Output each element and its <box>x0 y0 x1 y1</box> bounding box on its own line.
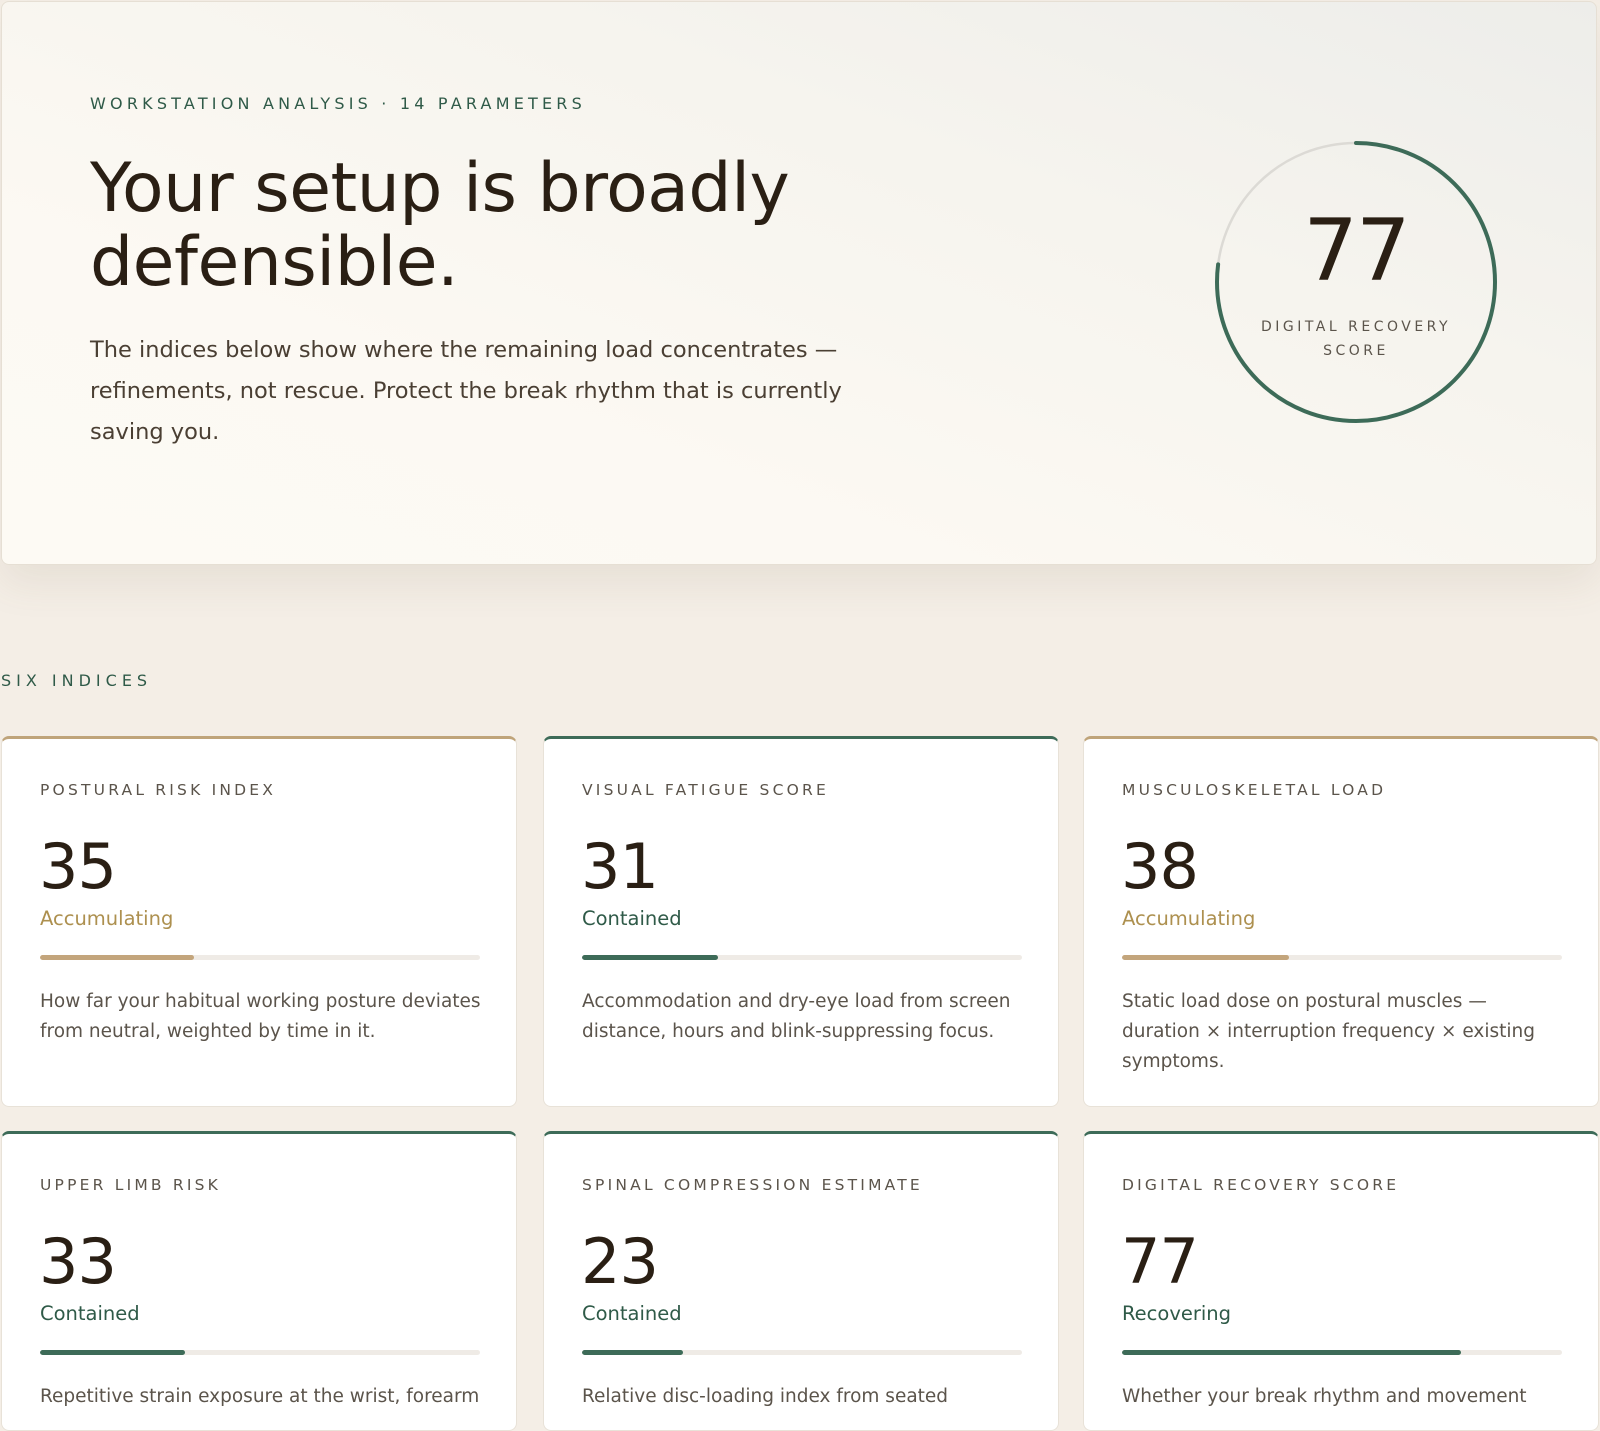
hero-description: The indices below show where the remaini… <box>90 337 842 445</box>
hero-eyebrow: WORKSTATION ANALYSIS · 14 PARAMETERS <box>90 94 586 113</box>
card-status: Contained <box>582 1302 682 1325</box>
card-bar-fill <box>1122 955 1290 960</box>
hero-panel: WORKSTATION ANALYSIS · 14 PARAMETERS You… <box>1 1 1597 565</box>
card-bar-track <box>40 1350 480 1355</box>
index-card-upper-limb-risk: UPPER LIMB RISK 33 Contained Repetitive … <box>1 1131 517 1431</box>
card-status: Accumulating <box>40 907 174 930</box>
card-status: Contained <box>40 1302 140 1325</box>
card-description: Repetitive strain exposure at the wrist,… <box>40 1386 480 1407</box>
index-card-musculoskeletal-load: MUSCULOSKELETAL LOAD 38 Accumulating Sta… <box>1083 736 1599 1107</box>
card-bar-track <box>40 955 480 960</box>
card-description: Whether your break rhythm and movement <box>1122 1386 1527 1407</box>
section-label: SIX INDICES <box>1 671 153 690</box>
card-status: Accumulating <box>1122 907 1256 930</box>
card-bar-track <box>1122 955 1562 960</box>
card-title: SPINAL COMPRESSION ESTIMATE <box>582 1176 923 1194</box>
index-card-postural-risk: POSTURAL RISK INDEX 35 Accumulating How … <box>1 736 517 1107</box>
card-status: Recovering <box>1122 1302 1232 1325</box>
card-title: MUSCULOSKELETAL LOAD <box>1122 781 1387 799</box>
score-ring: 77 DIGITAL RECOVERY SCORE <box>1213 139 1499 425</box>
card-value: 38 <box>1121 830 1199 903</box>
card-value: 31 <box>581 830 659 903</box>
index-card-spinal-compression: SPINAL COMPRESSION ESTIMATE 23 Contained… <box>543 1131 1059 1431</box>
card-title: POSTURAL RISK INDEX <box>40 781 277 799</box>
card-bar-fill <box>582 1350 684 1355</box>
card-bar-fill <box>40 1350 186 1355</box>
card-title: DIGITAL RECOVERY SCORE <box>1122 1176 1400 1194</box>
card-description: Relative disc-loading index from seated <box>582 1386 949 1407</box>
card-bar-track <box>1122 1350 1562 1355</box>
score-ring-label: DIGITAL RECOVERY SCORE <box>1260 319 1452 359</box>
card-bar-fill <box>1122 1350 1461 1355</box>
card-bar-fill <box>40 955 194 960</box>
card-value: 33 <box>39 1225 117 1298</box>
card-bar-track <box>582 1350 1022 1355</box>
card-value: 23 <box>581 1225 659 1298</box>
card-value: 77 <box>1121 1225 1199 1298</box>
page-title: Your setup is broadly defensible. <box>90 149 790 302</box>
card-description: Static load dose on postural muscles — d… <box>1122 991 1535 1072</box>
card-title: UPPER LIMB RISK <box>40 1176 222 1194</box>
card-description: Accommodation and dry-eye load from scre… <box>582 991 1011 1042</box>
score-ring-value: 77 <box>1303 201 1410 301</box>
index-card-visual-fatigue: VISUAL FATIGUE SCORE 31 Contained Accomm… <box>543 736 1059 1107</box>
card-status: Contained <box>582 907 682 930</box>
index-card-digital-recovery: DIGITAL RECOVERY SCORE 77 Recovering Whe… <box>1083 1131 1599 1431</box>
card-description: How far your habitual working posture de… <box>40 991 481 1042</box>
card-value: 35 <box>39 830 117 903</box>
card-bar-track <box>582 955 1022 960</box>
card-bar-fill <box>582 955 719 960</box>
card-title: VISUAL FATIGUE SCORE <box>582 781 829 799</box>
